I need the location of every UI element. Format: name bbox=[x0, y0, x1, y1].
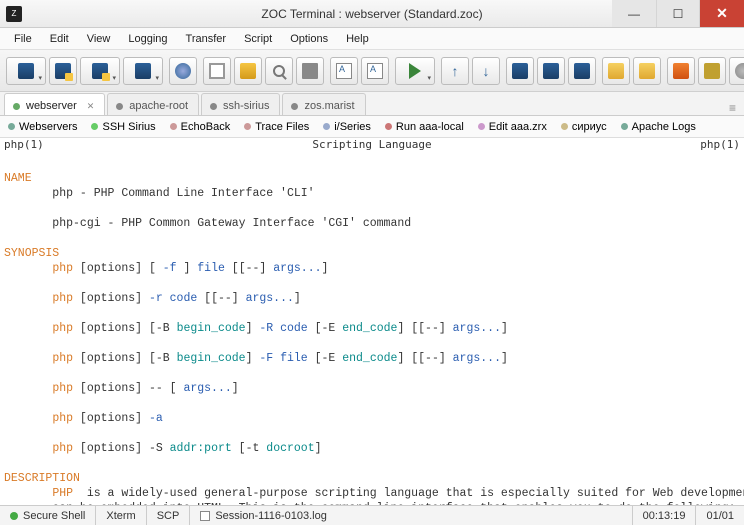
bookmarks-bar: Webservers SSH Sirius EchoBack Trace Fil… bbox=[0, 116, 744, 138]
tb-profiles[interactable] bbox=[123, 57, 163, 85]
tab-close-icon[interactable]: ✕ bbox=[87, 101, 95, 112]
window-buttons: — ☐ ✕ bbox=[612, 0, 744, 27]
bm-trace-files[interactable]: Trace Files bbox=[244, 121, 309, 133]
status-dot-icon bbox=[116, 103, 123, 110]
tb-quick-connect[interactable] bbox=[49, 57, 77, 85]
menu-transfer[interactable]: Transfer bbox=[178, 31, 235, 47]
bm-sirius-ru[interactable]: сириус bbox=[561, 121, 607, 133]
close-button[interactable]: ✕ bbox=[700, 0, 744, 27]
menu-bar: File Edit View Logging Transfer Script O… bbox=[0, 28, 744, 50]
tab-webserver[interactable]: webserver ✕ bbox=[4, 93, 105, 115]
app-icon: Z bbox=[6, 6, 22, 22]
title-bar: Z ZOC Terminal : webserver (Standard.zoc… bbox=[0, 0, 744, 28]
bm-apache-logs[interactable]: Apache Logs bbox=[621, 121, 696, 133]
bm-run-aaa[interactable]: Run aaa-local bbox=[385, 121, 464, 133]
tab-ssh-sirius[interactable]: ssh-sirius bbox=[201, 93, 280, 115]
bm-webservers[interactable]: Webservers bbox=[8, 121, 77, 133]
status-proto: SCP bbox=[147, 506, 191, 525]
terminal-output[interactable]: NAME php - PHP Command Line Interface 'C… bbox=[0, 154, 744, 505]
menu-options[interactable]: Options bbox=[282, 31, 336, 47]
status-session: Session-1116-0103.log bbox=[190, 506, 632, 525]
menu-view[interactable]: View bbox=[79, 31, 119, 47]
tabs-menu-icon[interactable]: ≡ bbox=[721, 101, 744, 115]
bm-label: Run aaa-local bbox=[396, 121, 464, 133]
menu-logging[interactable]: Logging bbox=[120, 31, 175, 47]
status-dot-icon bbox=[210, 103, 217, 110]
maximize-button[interactable]: ☐ bbox=[656, 0, 700, 27]
dot-icon bbox=[478, 123, 485, 130]
status-dot-icon bbox=[291, 103, 298, 110]
tb-folder-2[interactable] bbox=[537, 57, 565, 85]
window-title: ZOC Terminal : webserver (Standard.zoc) bbox=[261, 7, 482, 21]
tab-label: apache-root bbox=[129, 100, 188, 112]
tab-label: webserver bbox=[26, 100, 77, 112]
hdr-left: php(1) bbox=[4, 138, 44, 154]
tb-lock[interactable] bbox=[698, 57, 726, 85]
bm-edit-aaa[interactable]: Edit aaa.zrx bbox=[478, 121, 547, 133]
tb-folder-3[interactable] bbox=[568, 57, 596, 85]
dot-icon bbox=[621, 123, 628, 130]
status-pos: 01/01 bbox=[696, 506, 744, 525]
tb-cert[interactable] bbox=[667, 57, 695, 85]
tb-font-b[interactable] bbox=[361, 57, 389, 85]
menu-edit[interactable]: Edit bbox=[42, 31, 77, 47]
bm-label: EchoBack bbox=[181, 121, 231, 133]
bm-label: сириус bbox=[572, 121, 607, 133]
tb-upload[interactable]: ↑ bbox=[441, 57, 469, 85]
status-time: 00:13:19 bbox=[633, 506, 697, 525]
bm-label: SSH Sirius bbox=[102, 121, 155, 133]
bm-label: Webservers bbox=[19, 121, 77, 133]
toolbar: ↑ ↓ bbox=[0, 50, 744, 92]
menu-help[interactable]: Help bbox=[338, 31, 377, 47]
tb-copy[interactable] bbox=[203, 57, 231, 85]
minimize-button[interactable]: — bbox=[612, 0, 656, 27]
bm-label: i/Series bbox=[334, 121, 371, 133]
bm-label: Apache Logs bbox=[632, 121, 696, 133]
tb-connect[interactable] bbox=[6, 57, 46, 85]
bm-iseries[interactable]: i/Series bbox=[323, 121, 371, 133]
status-dot-icon bbox=[10, 512, 18, 520]
dot-icon bbox=[170, 123, 177, 130]
tab-label: zos.marist bbox=[304, 100, 354, 112]
tab-label: ssh-sirius bbox=[223, 100, 269, 112]
tb-save[interactable] bbox=[169, 57, 197, 85]
dot-icon bbox=[385, 123, 392, 130]
tab-zos-marist[interactable]: zos.marist bbox=[282, 93, 365, 115]
hdr-center: Scripting Language bbox=[44, 138, 701, 154]
tb-folder-open[interactable] bbox=[602, 57, 630, 85]
tb-font-a[interactable] bbox=[330, 57, 358, 85]
dot-icon bbox=[561, 123, 568, 130]
bm-label: Trace Files bbox=[255, 121, 309, 133]
tb-download[interactable]: ↓ bbox=[472, 57, 500, 85]
tb-run-script[interactable] bbox=[395, 57, 435, 85]
menu-script[interactable]: Script bbox=[236, 31, 280, 47]
hdr-right: php(1) bbox=[700, 138, 740, 154]
tab-apache-root[interactable]: apache-root bbox=[107, 93, 199, 115]
tb-paste[interactable] bbox=[234, 57, 262, 85]
dot-icon bbox=[91, 123, 98, 130]
session-tabs: webserver ✕ apache-root ssh-sirius zos.ma… bbox=[0, 92, 744, 116]
menu-file[interactable]: File bbox=[6, 31, 40, 47]
tb-folder-1[interactable] bbox=[506, 57, 534, 85]
status-dot-icon bbox=[13, 103, 20, 110]
bm-ssh-sirius[interactable]: SSH Sirius bbox=[91, 121, 155, 133]
dot-icon bbox=[8, 123, 15, 130]
dot-icon bbox=[323, 123, 330, 130]
tb-folder-y[interactable] bbox=[633, 57, 661, 85]
dot-icon bbox=[244, 123, 251, 130]
bm-label: Edit aaa.zrx bbox=[489, 121, 547, 133]
checkbox-icon[interactable] bbox=[200, 511, 210, 521]
bm-echoback[interactable]: EchoBack bbox=[170, 121, 231, 133]
tb-settings[interactable] bbox=[729, 57, 744, 85]
status-bar: Secure Shell Xterm SCP Session-1116-0103… bbox=[0, 505, 744, 525]
tb-print[interactable] bbox=[296, 57, 324, 85]
status-shell: Secure Shell bbox=[0, 506, 96, 525]
status-term: Xterm bbox=[96, 506, 146, 525]
tb-find[interactable] bbox=[265, 57, 293, 85]
terminal-header: php(1) Scripting Language php(1) bbox=[0, 138, 744, 154]
tb-hosts[interactable] bbox=[80, 57, 120, 85]
